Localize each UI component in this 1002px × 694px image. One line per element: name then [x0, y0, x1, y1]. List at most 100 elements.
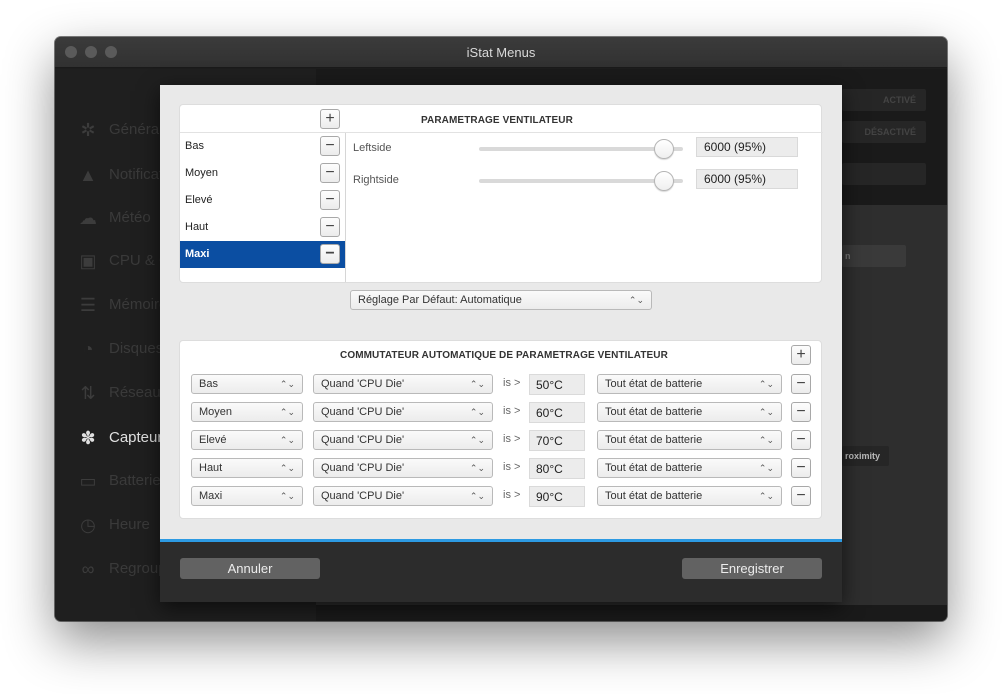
- chevron-updown-icon: ⌃⌄: [628, 295, 644, 305]
- remove-level-button[interactable]: −: [320, 163, 340, 183]
- rule-level-select[interactable]: Haut ⌃⌄: [191, 458, 303, 478]
- rule-battery-value: Tout état de batterie: [605, 490, 703, 502]
- default-setting-select[interactable]: Réglage Par Défaut: Automatique ⌃⌄: [350, 290, 652, 310]
- fan-name: Rightside: [353, 174, 399, 186]
- fan-speed-slider[interactable]: [479, 139, 683, 159]
- remove-rule-button[interactable]: −: [791, 430, 811, 450]
- rule-condition-select[interactable]: Quand 'CPU Die' ⌃⌄: [313, 374, 493, 394]
- rule-condition-select[interactable]: Quand 'CPU Die' ⌃⌄: [313, 430, 493, 450]
- proximity-button[interactable]: roximity: [842, 446, 889, 466]
- level-item-eleve[interactable]: Elevé −: [180, 187, 345, 214]
- rule-row: Elevé ⌃⌄ Quand 'CPU Die' ⌃⌄ is > 70°C Tout…: [191, 430, 812, 452]
- remove-level-button[interactable]: −: [320, 217, 340, 237]
- inactive-button[interactable]: DÉSACTIVÉ: [842, 121, 926, 143]
- weather-icon: ☁: [79, 208, 97, 228]
- rule-temp-field[interactable]: 80°C: [529, 458, 585, 479]
- rule-level-value: Elevé: [199, 434, 227, 446]
- fan-settings-panel: + PARAMETRAGE VENTILATEUR Bas − Moyen − …: [179, 104, 823, 283]
- fan-settings-header: + PARAMETRAGE VENTILATEUR: [180, 105, 823, 133]
- fan-settings-sheet: + PARAMETRAGE VENTILATEUR Bas − Moyen − …: [160, 85, 842, 602]
- active-button[interactable]: ACTIVÉ: [842, 89, 926, 111]
- fan-speed-slider[interactable]: [479, 171, 683, 191]
- is-greater-label: is >: [503, 489, 521, 501]
- rule-condition-value: Quand 'CPU Die': [321, 462, 405, 474]
- is-greater-label: is >: [503, 461, 521, 473]
- sidebar-item-label: Général: [109, 121, 163, 138]
- cancel-button[interactable]: Annuler: [180, 558, 320, 579]
- rule-level-select[interactable]: Maxi ⌃⌄: [191, 486, 303, 506]
- rule-temp-field[interactable]: 70°C: [529, 430, 585, 451]
- fan-row-rightside: Rightside 6000 (95%): [353, 169, 813, 193]
- remove-level-button[interactable]: −: [320, 244, 340, 264]
- is-greater-label: is >: [503, 405, 521, 417]
- remove-rule-button[interactable]: −: [791, 402, 811, 422]
- sheet-content: + PARAMETRAGE VENTILATEUR Bas − Moyen − …: [160, 85, 842, 539]
- remove-rule-button[interactable]: −: [791, 458, 811, 478]
- fan-row-leftside: Leftside 6000 (95%): [353, 137, 813, 161]
- level-item-maxi[interactable]: Maxi −: [180, 241, 345, 268]
- fan-settings-title: PARAMETRAGE VENTILATEUR: [421, 115, 573, 126]
- remove-rule-button[interactable]: −: [791, 374, 811, 394]
- level-label: Haut: [185, 221, 209, 233]
- accent-divider: [160, 539, 842, 542]
- rule-condition-value: Quand 'CPU Die': [321, 490, 405, 502]
- level-item-bas[interactable]: Bas −: [180, 133, 345, 160]
- sidebar-item-label: Heure: [109, 516, 150, 533]
- remove-level-button[interactable]: −: [320, 190, 340, 210]
- battery-icon: ▭: [79, 471, 97, 491]
- rule-level-select[interactable]: Moyen ⌃⌄: [191, 402, 303, 422]
- rule-battery-select[interactable]: Tout état de batterie ⌃⌄: [597, 430, 782, 450]
- save-button[interactable]: Enregistrer: [682, 558, 822, 579]
- chevron-updown-icon: ⌃⌄: [758, 435, 774, 445]
- level-item-moyen[interactable]: Moyen −: [180, 160, 345, 187]
- fan-speed-value[interactable]: 6000 (95%): [696, 137, 798, 157]
- zoom-window-icon[interactable]: [105, 46, 117, 58]
- rule-temp-field[interactable]: 60°C: [529, 402, 585, 423]
- rule-level-value: Maxi: [199, 490, 223, 502]
- network-icon: ⇅: [80, 383, 96, 403]
- slider-knob[interactable]: [654, 171, 674, 191]
- rule-battery-select[interactable]: Tout état de batterie ⌃⌄: [597, 402, 782, 422]
- level-item-haut[interactable]: Haut −: [180, 214, 345, 241]
- pane-partial-field[interactable]: n: [842, 245, 906, 267]
- rule-condition-select[interactable]: Quand 'CPU Die' ⌃⌄: [313, 486, 493, 506]
- rule-temp-field[interactable]: 50°C: [529, 374, 585, 395]
- sidebar-item-label: Réseau: [109, 384, 161, 401]
- chevron-updown-icon: ⌃⌄: [469, 407, 485, 417]
- chevron-updown-icon: ⌃⌄: [279, 379, 295, 389]
- remove-rule-button[interactable]: −: [791, 486, 811, 506]
- rule-condition-select[interactable]: Quand 'CPU Die' ⌃⌄: [313, 458, 493, 478]
- rule-temp-field[interactable]: 90°C: [529, 486, 585, 507]
- rule-level-select[interactable]: Elevé ⌃⌄: [191, 430, 303, 450]
- rule-condition-value: Quand 'CPU Die': [321, 406, 405, 418]
- add-rule-button[interactable]: +: [791, 345, 811, 365]
- chevron-updown-icon: ⌃⌄: [279, 463, 295, 473]
- rule-battery-select[interactable]: Tout état de batterie ⌃⌄: [597, 486, 782, 506]
- rule-battery-select[interactable]: Tout état de batterie ⌃⌄: [597, 374, 782, 394]
- chevron-updown-icon: ⌃⌄: [279, 491, 295, 501]
- chevron-updown-icon: ⌃⌄: [758, 491, 774, 501]
- rule-battery-select[interactable]: Tout état de batterie ⌃⌄: [597, 458, 782, 478]
- rule-level-select[interactable]: Bas ⌃⌄: [191, 374, 303, 394]
- sidebar-item-label: Disques: [109, 340, 164, 357]
- memory-icon: ☰: [79, 295, 97, 315]
- fan-speed-value[interactable]: 6000 (95%): [696, 169, 798, 189]
- rule-row: Bas ⌃⌄ Quand 'CPU Die' ⌃⌄ is > 50°C Tout é…: [191, 374, 812, 396]
- close-window-icon[interactable]: [65, 46, 77, 58]
- auto-switch-panel: COMMUTATEUR AUTOMATIQUE DE PARAMETRAGE V…: [179, 340, 822, 519]
- is-greater-label: is >: [503, 377, 521, 389]
- rule-row: Moyen ⌃⌄ Quand 'CPU Die' ⌃⌄ is > 60°C Tout…: [191, 402, 812, 424]
- rule-condition-select[interactable]: Quand 'CPU Die' ⌃⌄: [313, 402, 493, 422]
- combined-icon: ∞: [81, 559, 95, 579]
- rule-level-value: Moyen: [199, 406, 233, 418]
- minimize-window-icon[interactable]: [85, 46, 97, 58]
- pane-dark-button[interactable]: [842, 163, 926, 185]
- add-level-button[interactable]: +: [320, 109, 340, 129]
- level-label: Elevé: [185, 194, 213, 206]
- rule-row: Haut ⌃⌄ Quand 'CPU Die' ⌃⌄ is > 80°C Tout …: [191, 458, 812, 480]
- rule-battery-value: Tout état de batterie: [605, 378, 703, 390]
- slider-knob[interactable]: [654, 139, 674, 159]
- remove-level-button[interactable]: −: [320, 136, 340, 156]
- rule-condition-value: Quand 'CPU Die': [321, 434, 405, 446]
- sidebar-item-label: Batterie: [109, 472, 161, 489]
